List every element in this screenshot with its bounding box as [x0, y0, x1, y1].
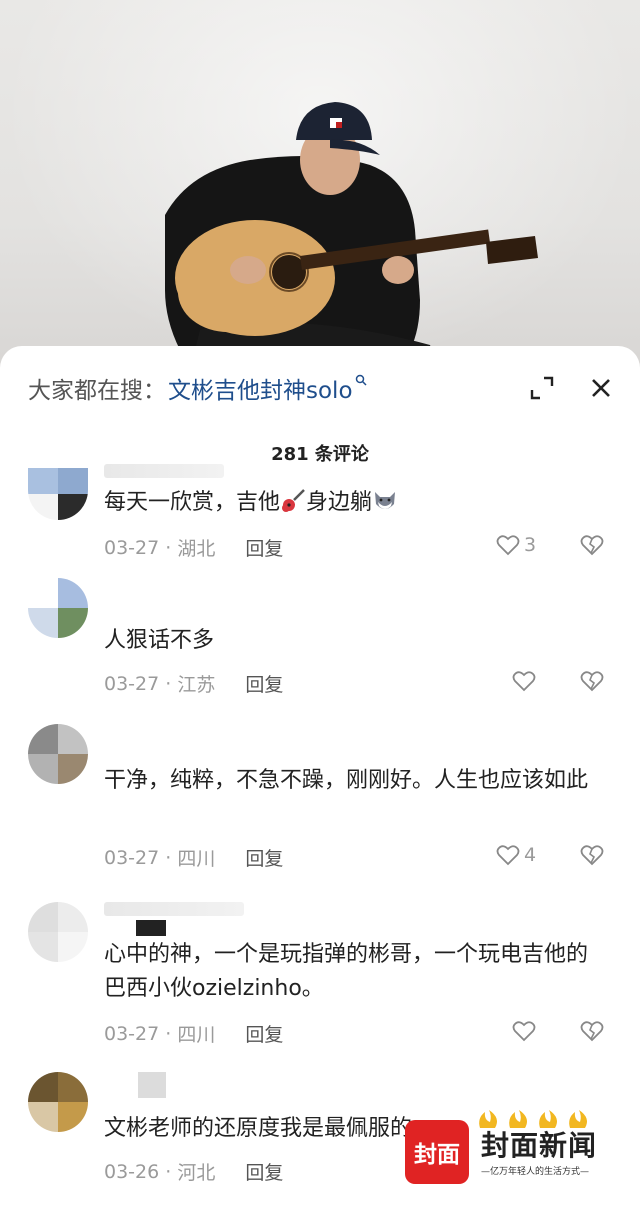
nickname-mosaic [138, 1072, 166, 1098]
nickname [104, 902, 244, 916]
comment-location: 四川 [177, 1024, 216, 1046]
comment-meta: 03-27 · 江苏 回复 [104, 670, 283, 697]
avatar[interactable] [28, 724, 88, 784]
watermark-logo: 封面 封面新闻 —亿万年轻人的生活方式— [405, 1110, 615, 1186]
search-term-link[interactable]: 文彬吉他封神solo [168, 371, 353, 405]
comment-meta: 03-27 · 四川 回复 [104, 1020, 283, 1047]
search-suggestion-row[interactable]: 大家都在搜： 文彬吉他封神solo [28, 370, 612, 406]
dislike-button[interactable] [580, 534, 604, 560]
meta-separator: · [159, 1022, 178, 1045]
reply-button[interactable]: 回复 [245, 1158, 283, 1185]
dislike-button[interactable] [580, 1020, 604, 1046]
broken-heart-icon [580, 1021, 604, 1042]
reply-button[interactable]: 回复 [245, 1020, 283, 1047]
like-button[interactable]: 4 [496, 844, 536, 866]
broken-heart-icon [580, 535, 604, 556]
heart-icon [496, 535, 520, 556]
meta-separator: · [159, 536, 178, 559]
nickname [104, 464, 224, 478]
comment-meta: 03-26 · 河北 回复 [104, 1158, 283, 1185]
guitarist-video-frame [165, 102, 538, 370]
comment-date: 03-27 [104, 536, 160, 559]
reply-button[interactable]: 回复 [245, 670, 283, 697]
comment-date: 03-27 [104, 1022, 160, 1045]
search-prefix: 大家都在搜： [28, 378, 166, 404]
broken-heart-icon [580, 671, 604, 692]
comment-text: 心中的神，一个是玩指弹的彬哥，一个玩电吉他的巴西小伙ozielzinho。 [104, 942, 589, 1001]
comment-location: 河北 [177, 1162, 216, 1184]
reply-button[interactable]: 回复 [245, 844, 283, 871]
dislike-button[interactable] [580, 844, 604, 870]
brand-name: 封面新闻 [481, 1129, 598, 1162]
dog-emoji [375, 492, 396, 509]
meta-separator: · [159, 846, 178, 869]
expand-icon[interactable] [530, 376, 554, 400]
dislike-button[interactable] [580, 670, 604, 696]
search-icon[interactable] [355, 374, 367, 390]
avatar[interactable] [28, 578, 88, 638]
video-player[interactable] [0, 0, 640, 370]
brand-logo-box: 封面 [405, 1120, 469, 1184]
meta-separator: · [159, 1160, 178, 1183]
avatar[interactable] [28, 1072, 88, 1132]
comment-meta: 03-27 · 湖北 回复 [104, 534, 283, 561]
like-button[interactable] [512, 1020, 536, 1042]
guitar-emoji [282, 489, 305, 512]
like-count: 3 [524, 534, 537, 556]
broken-heart-icon [580, 845, 604, 866]
comment-date: 03-26 [104, 1160, 160, 1183]
heart-icon [496, 845, 520, 866]
meta-separator: · [159, 672, 178, 695]
comment-date: 03-27 [104, 846, 160, 869]
like-button[interactable] [512, 670, 536, 692]
comment-count: 281 条评论 [271, 444, 369, 465]
like-count: 4 [524, 844, 537, 866]
avatar[interactable] [28, 468, 88, 520]
comment-text: 人狠话不多 [104, 628, 215, 653]
heart-icon [512, 671, 536, 692]
comment-location: 江苏 [177, 674, 216, 696]
heart-icon [512, 1021, 536, 1042]
comment-location: 湖北 [177, 538, 216, 560]
comment-text: 干净，纯粹，不急不躁，刚刚好。人生也应该如此 [104, 768, 589, 793]
comment-text: 每天一欣赏，吉他 身边躺 [104, 486, 598, 520]
comment-meta: 03-27 · 四川 回复 [104, 844, 283, 871]
nickname-mosaic [136, 920, 166, 936]
like-button[interactable]: 3 [496, 534, 536, 556]
comment-date: 03-27 [104, 672, 160, 695]
comment-sheet: 大家都在搜： 文彬吉他封神solo 281 条评论 每天一欣赏，吉他 身边躺 03 [0, 346, 640, 1207]
comment-location: 四川 [177, 848, 216, 870]
close-icon[interactable] [590, 377, 612, 399]
avatar[interactable] [28, 902, 88, 962]
brand-slogan: —亿万年轻人的生活方式— [481, 1167, 590, 1177]
reply-button[interactable]: 回复 [245, 534, 283, 561]
